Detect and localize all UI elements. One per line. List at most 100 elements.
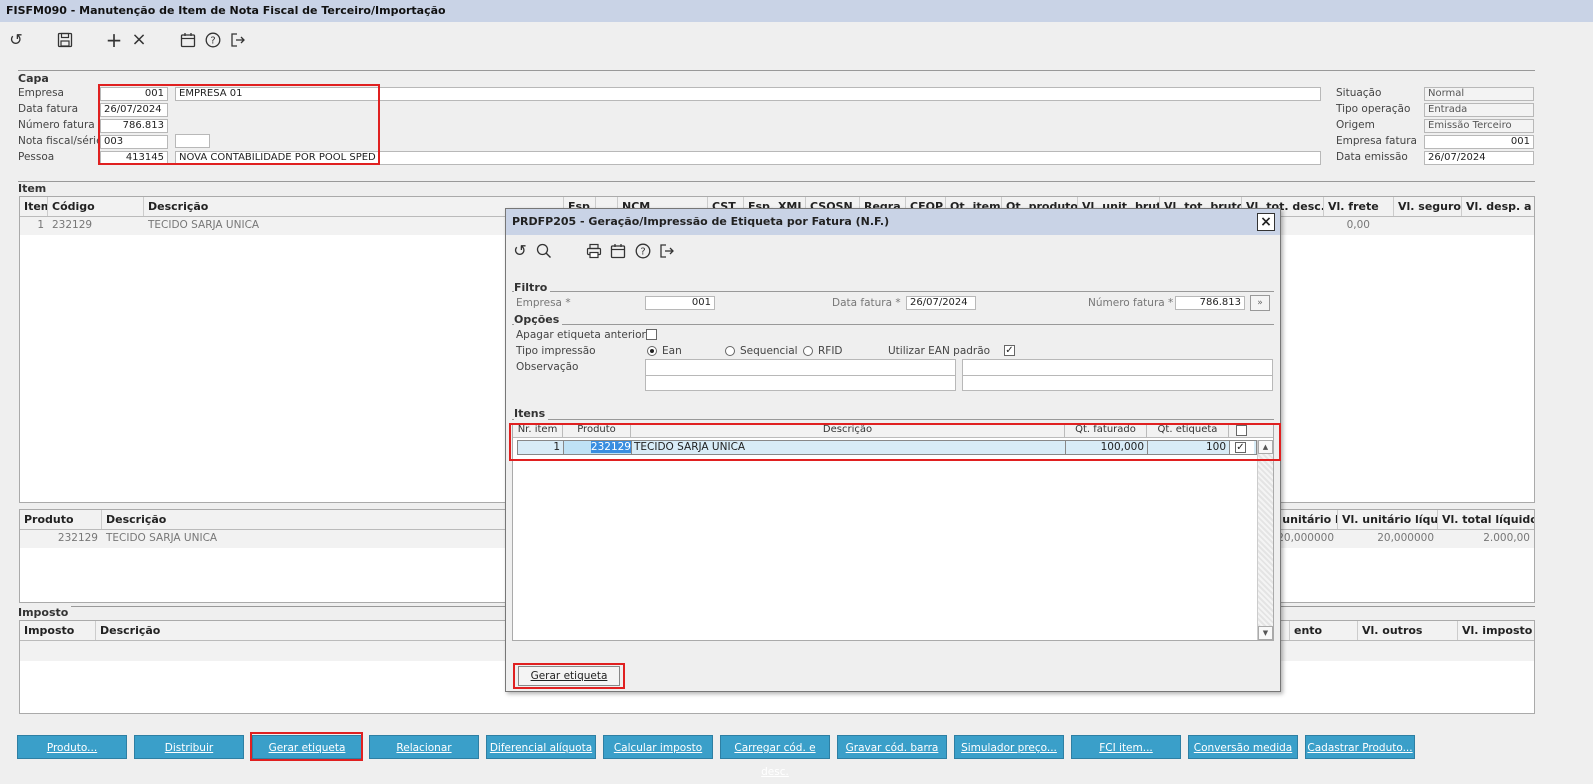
cell-item: 1: [37, 219, 44, 231]
data-emissao-label: Data emissão: [1336, 151, 1408, 163]
radio-sequencial[interactable]: [725, 346, 735, 356]
etiqueta-dialog: PRDFP205 - Geração/Impressão de Etiqueta…: [505, 208, 1281, 692]
exit-icon[interactable]: [228, 30, 248, 50]
col-codigo[interactable]: Código: [48, 197, 144, 216]
observacao-field-1[interactable]: [645, 359, 956, 376]
dialog-undo-icon[interactable]: ↺: [510, 241, 530, 261]
dlg-numero-fatura-label: Número fatura *: [1088, 297, 1174, 309]
close-icon[interactable]: ×: [129, 30, 149, 50]
itens-highlight: [509, 423, 1281, 461]
filtro-divider: [512, 291, 1274, 292]
relacionar-button[interactable]: Relacionar: [369, 735, 479, 759]
col-vl-desp[interactable]: Vl. desp. ac.: [1462, 197, 1532, 216]
scroll-down-icon[interactable]: ▼: [1258, 626, 1273, 640]
opcoes-divider: [512, 324, 1274, 325]
numero-fatura-label: Número fatura: [18, 119, 95, 131]
observacao-field-2[interactable]: [962, 359, 1273, 376]
pessoa-label: Pessoa: [18, 151, 55, 163]
col-item[interactable]: Item: [20, 197, 48, 216]
main-toolbar: ↺ + × ?: [0, 22, 1593, 60]
cell-tot-desc: 0,00: [1346, 219, 1370, 231]
imposto-label: Imposto: [18, 606, 72, 619]
tipo-operacao-field: Entrada: [1424, 103, 1534, 117]
diferencial-aliquota-button[interactable]: Diferencial alíquota: [486, 735, 596, 759]
situacao-field: Normal: [1424, 87, 1534, 101]
col-descricao[interactable]: Descrição: [144, 197, 564, 216]
undo-icon[interactable]: ↺: [6, 30, 26, 50]
col-vl-seguro[interactable]: Vl. seguro: [1394, 197, 1462, 216]
radio-rfid[interactable]: [803, 346, 813, 356]
dialog-title: PRDFP205 - Geração/Impressão de Etiqueta…: [506, 209, 1280, 235]
data-emissao-field[interactable]: 26/07/2024: [1424, 151, 1534, 165]
gerar-etiqueta-highlight: [250, 732, 363, 761]
window-title: FISFM090 - Manutenção de Item de Nota Fi…: [0, 0, 1593, 22]
col-produto[interactable]: Produto: [20, 510, 102, 529]
capa-label: Capa: [18, 72, 52, 85]
cell-codigo: 232129: [52, 219, 93, 231]
col-vl-outros[interactable]: Vl. outros: [1358, 621, 1458, 640]
empresa-fatura-field[interactable]: 001: [1424, 135, 1534, 149]
opcoes-label: Opções: [514, 313, 563, 326]
svg-text:?: ?: [640, 247, 645, 258]
apagar-label: Apagar etiqueta anterior: [516, 329, 646, 341]
situacao-label: Situação: [1336, 87, 1382, 99]
conversao-medida-button[interactable]: Conversão medida: [1188, 735, 1298, 759]
utilizar-ean-label: Utilizar EAN padrão: [888, 345, 991, 357]
dlg-empresa-field[interactable]: 001: [645, 296, 715, 310]
add-icon[interactable]: +: [104, 30, 124, 50]
save-icon[interactable]: [55, 30, 75, 50]
radio-rfid-label: RFID: [818, 345, 843, 357]
cell-unit-liquido: 20,000000: [1377, 532, 1434, 544]
tipo-operacao-label: Tipo operação: [1336, 103, 1411, 115]
dlg-data-fatura-label: Data fatura *: [832, 297, 901, 309]
col-partial[interactable]: ento: [1290, 621, 1358, 640]
dlg-numero-fatura-field[interactable]: 786.813: [1175, 296, 1245, 310]
dialog-exit-icon[interactable]: [657, 241, 677, 261]
radio-ean-label: Ean: [662, 345, 682, 357]
dialog-search-icon[interactable]: [534, 241, 554, 261]
nota-fiscal-label: Nota fiscal/série: [18, 135, 103, 147]
itens-scrollbar[interactable]: ▲ ▼: [1257, 440, 1273, 640]
simulador-preco-button[interactable]: Simulador preço...: [954, 735, 1064, 759]
dialog-close-icon[interactable]: ×: [1257, 213, 1275, 231]
col-total-liquido[interactable]: Vl. total líquido: [1438, 510, 1534, 529]
itens-divider: [512, 419, 1274, 420]
radio-ean[interactable]: [647, 346, 657, 356]
lookup-icon[interactable]: »: [1250, 295, 1270, 311]
dialog-gerar-highlight: [513, 663, 625, 689]
dialog-print-icon[interactable]: [584, 241, 604, 261]
calcular-imposto-button[interactable]: Calcular imposto: [603, 735, 713, 759]
help-icon[interactable]: ?: [203, 30, 223, 50]
col-vl-frete[interactable]: Vl. frete: [1324, 197, 1394, 216]
origem-label: Origem: [1336, 119, 1375, 131]
observacao-field-4[interactable]: [962, 375, 1273, 391]
tipo-impressao-label: Tipo impressão: [516, 345, 596, 357]
origem-field: Emissão Terceiro: [1424, 119, 1534, 133]
item-divider: [18, 181, 1535, 182]
fci-item-button[interactable]: FCI item...: [1071, 735, 1181, 759]
cell-produto: 232129: [57, 532, 98, 544]
dlg-empresa-label: Empresa *: [516, 297, 571, 309]
produto-button[interactable]: Produto...: [17, 735, 127, 759]
cadastrar-produto-button[interactable]: Cadastrar Produto...: [1305, 735, 1415, 759]
col-unit-liquido[interactable]: Vl. unitário líquid: [1338, 510, 1438, 529]
svg-text:?: ?: [210, 36, 215, 47]
apagar-checkbox[interactable]: [646, 329, 657, 340]
capa-divider: [18, 70, 1535, 71]
gravar-cod-barra-button[interactable]: Gravar cód. barra: [837, 735, 947, 759]
dlg-data-fatura-field[interactable]: 26/07/2024: [906, 296, 976, 310]
col-vl-imposto[interactable]: Vl. imposto: [1458, 621, 1534, 640]
dialog-help-icon[interactable]: ?: [633, 241, 653, 261]
observacao-field-3[interactable]: [645, 375, 956, 391]
col-imposto[interactable]: Imposto: [20, 621, 96, 640]
empresa-fatura-label: Empresa fatura: [1336, 135, 1417, 147]
distribuir-button[interactable]: Distribuir: [134, 735, 244, 759]
calendar-icon[interactable]: [178, 30, 198, 50]
dialog-calendar-icon[interactable]: [608, 241, 628, 261]
item-label: Item: [18, 182, 50, 195]
filtro-label: Filtro: [514, 281, 551, 294]
capa-highlight: [98, 84, 380, 165]
utilizar-ean-checkbox[interactable]: ✓: [1004, 345, 1015, 356]
carregar-cod-button[interactable]: Carregar cód. e desc.: [720, 735, 830, 778]
data-fatura-label: Data fatura: [18, 103, 79, 115]
